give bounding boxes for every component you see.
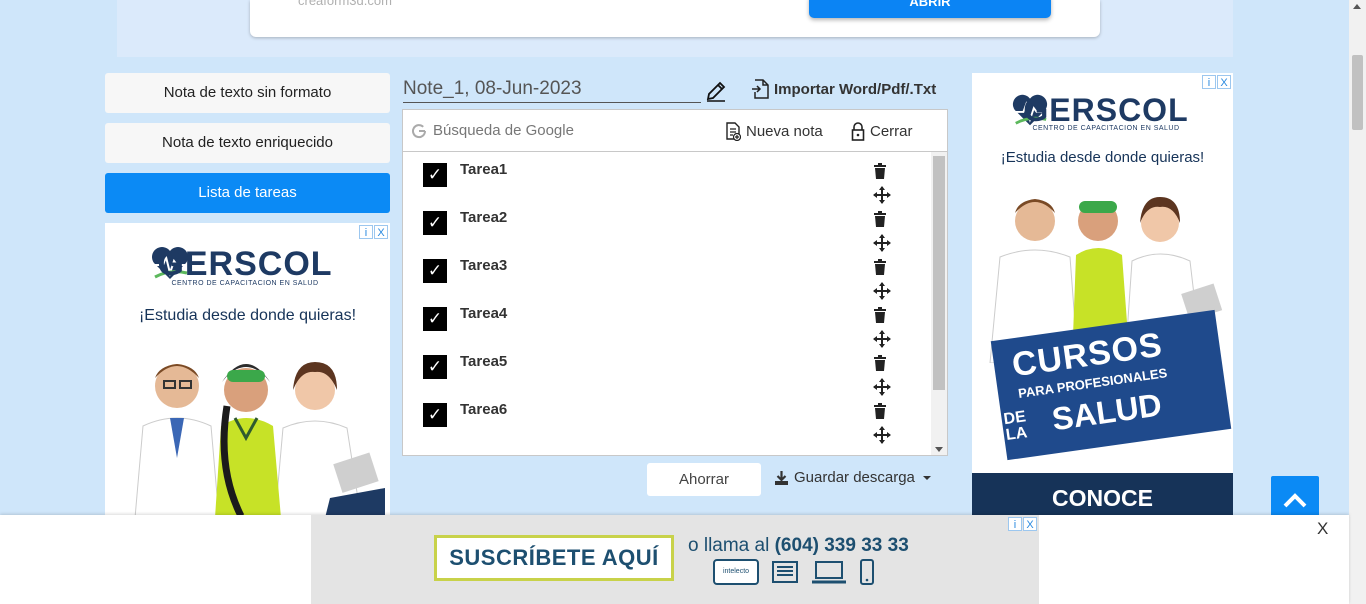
trash-icon[interactable] — [873, 259, 887, 275]
task-checkbox[interactable]: ✓ — [423, 355, 447, 379]
trash-icon[interactable] — [873, 403, 887, 419]
subscribe-box[interactable]: SUSCRÍBETE AQUÍ — [434, 535, 674, 581]
ad-choices[interactable]: i X — [1202, 75, 1231, 89]
task-label[interactable]: Tarea4 — [460, 305, 507, 322]
editor-toolbar: Búsqueda de Google Nueva nota Cerrar — [402, 109, 948, 152]
phone-icon — [860, 559, 874, 585]
ad-close-icon[interactable]: X — [1023, 517, 1037, 531]
ad-brand-sub: CENTRO DE CAPACITACION EN SALUD — [1032, 125, 1180, 132]
ad-people-image — [134, 362, 385, 515]
edit-pencil-icon[interactable] — [705, 80, 727, 102]
task-list-scrollbar[interactable] — [931, 152, 947, 455]
download-button[interactable]: Guardar descarga — [774, 469, 934, 486]
task-label[interactable]: Tarea2 — [460, 209, 507, 226]
move-icon[interactable] — [873, 426, 891, 444]
nav-rich-text-note[interactable]: Nota de texto enriquecido — [105, 123, 390, 163]
task-row: ✓ Tarea2 — [403, 200, 933, 252]
ad-choices[interactable]: i X — [1008, 517, 1037, 531]
call-text: o llama al (604) 339 33 33 — [688, 535, 909, 557]
trash-icon[interactable] — [873, 211, 887, 227]
ad-info-icon[interactable]: i — [359, 225, 373, 239]
task-checkbox[interactable]: ✓ — [423, 307, 447, 331]
import-label: Importar Word/Pdf/.Txt — [774, 80, 937, 98]
contact-icons: intelecto — [713, 559, 875, 585]
book-icon — [772, 561, 798, 583]
scroll-down-arrow-icon[interactable] — [935, 447, 943, 452]
trash-icon[interactable] — [873, 163, 887, 179]
page-scrollbar[interactable] — [1349, 0, 1366, 604]
task-checkbox[interactable]: ✓ — [423, 259, 447, 283]
left-side-ad[interactable]: i X GERSCOL CENTRO DE CAPACITACION EN SA… — [105, 223, 390, 515]
task-list-scroll-thumb[interactable] — [933, 156, 945, 390]
ad-info-icon[interactable]: i — [1008, 517, 1022, 531]
ad-slogan: ¡Estudia desde donde quieras! — [138, 307, 357, 324]
right-side-ad[interactable]: i X GERSCOL CENTRO DE CAPACITACION EN SA… — [972, 73, 1233, 515]
ad-cta-strip: CONOCE — [972, 473, 1233, 515]
task-row: ✓ Tarea5 — [403, 344, 933, 396]
task-checkbox[interactable]: ✓ — [423, 403, 447, 427]
task-list[interactable]: ✓ Tarea1 ✓ Tarea2 ✓ Tarea3 ✓ Tarea4 ✓ Tarea5 ✓ Tare… — [402, 152, 948, 456]
ad-slogan: ¡Estudia desde donde quieras! — [1000, 149, 1205, 166]
close-label: Cerrar — [870, 123, 913, 140]
task-checkbox[interactable]: ✓ — [423, 211, 447, 235]
ad-choices[interactable]: i X — [359, 225, 388, 239]
task-row: ✓ Tarea6 — [403, 392, 933, 444]
task-label[interactable]: Tarea3 — [460, 257, 507, 274]
save-button[interactable]: Ahorrar — [647, 463, 761, 496]
page-scroll-thumb[interactable] — [1352, 55, 1363, 130]
trash-icon[interactable] — [873, 355, 887, 371]
ad-brand: GERSCOL — [157, 245, 333, 283]
bottom-ad-banner[interactable]: i X SUSCRÍBETE AQUÍ o llama al (604) 339… — [311, 515, 1039, 604]
caret-down-icon — [922, 475, 931, 480]
intelecto-logo: intelecto — [713, 559, 759, 585]
nav-plain-text-note[interactable]: Nota de texto sin formato — [105, 73, 390, 113]
ad-cta: CONOCE — [1052, 485, 1153, 511]
ad-brand-sub: CENTRO DE CAPACITACION EN SALUD — [171, 280, 319, 287]
ad-info-icon[interactable]: i — [1202, 75, 1216, 89]
trash-icon[interactable] — [873, 307, 887, 323]
top-ad-card[interactable]: creaform3d.com ABRIR — [250, 0, 1100, 37]
download-label: Guardar descarga — [794, 469, 915, 486]
new-note-button[interactable]: Nueva nota — [725, 122, 823, 141]
task-checkbox[interactable]: ✓ — [423, 163, 447, 187]
import-document-icon — [752, 79, 769, 99]
task-row: ✓ Tarea1 — [403, 152, 933, 204]
note-title-input[interactable]: Note_1, 08-Jun-2023 — [403, 77, 701, 103]
ad-banner-line3-small: DE LA — [1002, 408, 1029, 445]
task-row: ✓ Tarea3 — [403, 248, 933, 300]
top-ad-url[interactable]: creaform3d.com — [298, 0, 392, 8]
google-search-button[interactable]: Búsqueda de Google — [411, 122, 574, 139]
task-row: ✓ Tarea4 — [403, 296, 933, 348]
task-label[interactable]: Tarea5 — [460, 353, 507, 370]
task-label[interactable]: Tarea1 — [460, 161, 507, 178]
ad-brand: GERSCOL — [1023, 92, 1189, 128]
close-note-button[interactable]: Cerrar — [851, 122, 913, 141]
phone-number: (604) 339 33 33 — [774, 535, 909, 556]
scroll-up-arrow-icon[interactable] — [1353, 4, 1361, 9]
google-icon — [412, 123, 427, 138]
task-label[interactable]: Tarea6 — [460, 401, 507, 418]
download-icon — [775, 470, 788, 485]
top-ad-open-button[interactable]: ABRIR — [809, 0, 1051, 18]
import-button[interactable]: Importar Word/Pdf/.Txt — [751, 79, 936, 99]
lock-icon — [851, 122, 865, 141]
nav-task-list[interactable]: Lista de tareas — [105, 173, 390, 213]
google-search-label: Búsqueda de Google — [433, 122, 574, 139]
ad-close-icon[interactable]: X — [1217, 75, 1231, 89]
bottom-ad-close-button[interactable]: X — [1317, 519, 1328, 539]
call-prefix: o llama al — [688, 535, 770, 556]
ad-close-icon[interactable]: X — [374, 225, 388, 239]
bottom-sticky-ad: i X SUSCRÍBETE AQUÍ o llama al (604) 339… — [0, 515, 1349, 604]
new-note-icon — [726, 122, 741, 141]
new-note-label: Nueva nota — [746, 123, 823, 140]
laptop-icon — [812, 561, 846, 584]
